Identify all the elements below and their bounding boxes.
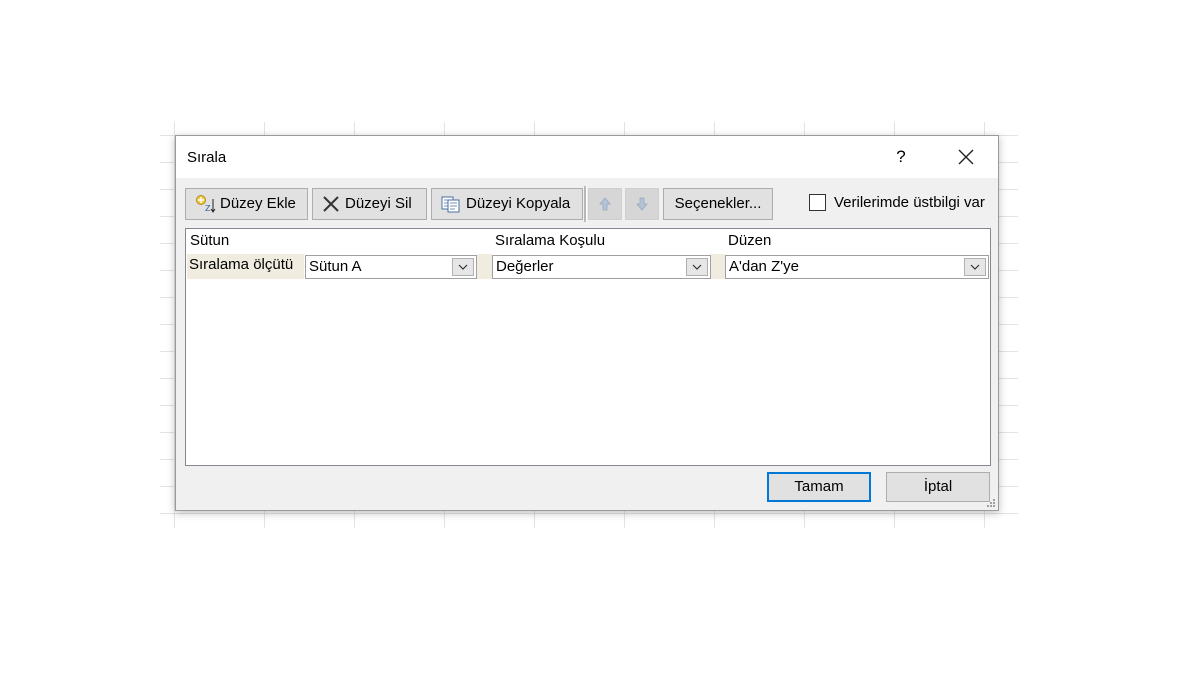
resize-grip-icon[interactable] [986,498,996,508]
column-select-dropdown-button[interactable] [452,258,474,276]
order-select[interactable]: A'dan Z'ye [725,255,989,279]
help-button[interactable]: ? [888,144,914,170]
dialog-title: Sırala [187,149,227,166]
options-button[interactable]: Seçenekler... [663,188,773,220]
sort-by-row-label: Sıralama ölçütü [187,254,304,279]
toolbar-separator [584,186,587,222]
column-header-sort-on: Sıralama Koşulu [495,232,606,249]
column-select-value: Sütun A [309,258,362,275]
close-icon [958,149,974,165]
move-down-button[interactable] [625,188,659,220]
sort-on-select-dropdown-button[interactable] [686,258,708,276]
sort-on-select-value: Değerler [496,258,554,275]
column-header-order: Düzen [728,232,772,249]
svg-text:Z: Z [205,204,211,213]
ok-button[interactable]: Tamam [767,472,871,502]
add-level-icon: Z [194,194,216,214]
add-level-label: Düzey Ekle [220,195,296,212]
dialog-titlebar: Sırala ? [176,136,998,178]
sort-levels-grid: Sütun Sıralama Koşulu Düzen Sıralama ölç… [185,228,991,466]
order-select-dropdown-button[interactable] [964,258,986,276]
row-highlight-strip [477,254,492,279]
delete-level-label: Düzeyi Sil [345,195,412,212]
arrow-up-icon [599,197,611,211]
copy-level-label: Düzeyi Kopyala [466,195,571,212]
add-level-button[interactable]: Z Düzey Ekle [185,188,308,220]
copy-icon [440,195,462,213]
header-row-checkbox-group[interactable]: Verilerimde üstbilgi var [809,194,985,211]
header-row-checkbox[interactable] [809,194,826,211]
chevron-down-icon [458,264,468,270]
options-label: Seçenekler... [674,195,762,212]
header-row-checkbox-label: Verilerimde üstbilgi var [834,194,985,211]
move-up-button[interactable] [588,188,622,220]
sort-on-select[interactable]: Değerler [492,255,711,279]
column-header-column: Sütun [190,232,230,249]
close-button[interactable] [952,144,980,170]
cancel-button[interactable]: İptal [886,472,990,502]
chevron-down-icon [692,264,702,270]
delete-x-icon [321,195,341,213]
delete-level-button[interactable]: Düzeyi Sil [312,188,427,220]
chevron-down-icon [970,264,980,270]
sort-dialog: Sırala ? Z Düzey Ekle Düzeyi Sil Düzeyi … [175,135,999,511]
row-highlight-strip [710,254,725,279]
copy-level-button[interactable]: Düzeyi Kopyala [431,188,583,220]
arrow-down-icon [636,197,648,211]
order-select-value: A'dan Z'ye [729,258,799,275]
column-select[interactable]: Sütun A [305,255,477,279]
